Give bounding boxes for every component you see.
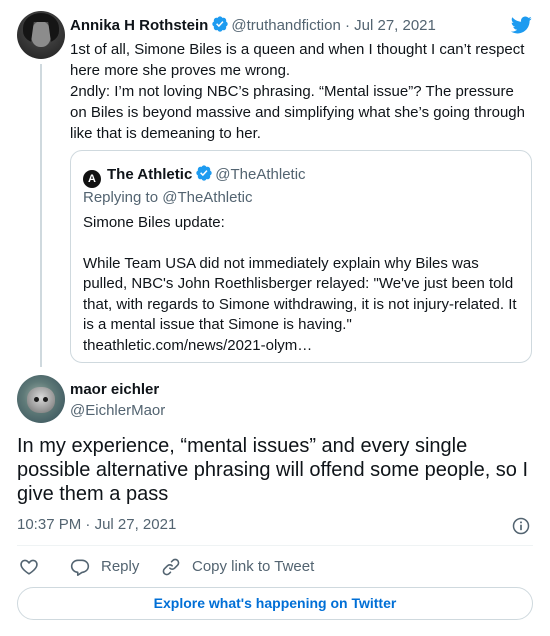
reply-icon [70,559,90,576]
quoted-link[interactable]: theathletic.com/news/2021-olym… [83,336,523,357]
parent-tweet-header: Annika H Rothstein @truthandfiction · Jul… [70,15,436,36]
author-handle[interactable]: @truthandfiction [231,17,340,34]
copy-link-label: Copy link to Tweet [192,558,315,575]
quoted-text-line: Simone Biles update: [83,214,225,231]
quoted-text-line: While Team USA did not immediately expla… [83,254,517,334]
tweet-header: maor eichler @EichlerMaor [70,379,165,421]
quoted-tweet-text: Simone Biles update: While Team USA did … [83,213,523,356]
parent-tweet-text: 1st of all, Simone Biles is a queen and … [70,39,532,144]
link-icon [162,558,180,576]
tweet-text: In my experience, “mental issues” and ev… [17,435,529,505]
quoted-tweet[interactable]: A The Athletic @TheAthletic Replying to @T… [70,150,532,363]
avatar-eye [43,397,48,402]
author-name[interactable]: Annika H Rothstein [70,17,208,34]
twitter-bird-icon[interactable] [509,14,533,36]
reply-button[interactable]: Reply [70,556,139,578]
separator-dot: · [85,516,91,533]
tweet-date: Jul 27, 2021 [94,516,177,533]
divider [17,545,533,546]
author-name[interactable]: maor eichler [70,381,159,398]
copy-link-button[interactable]: Copy link to Tweet [161,556,314,578]
tweet-time: 10:37 PM [17,516,82,533]
thread-connector-line [40,64,42,367]
info-icon[interactable] [511,516,531,536]
replying-to-label[interactable]: Replying to @TheAthletic [83,188,252,208]
explore-twitter-button[interactable]: Explore what's happening on Twitter [17,587,533,620]
separator-dot: · [344,17,350,34]
tweet-text-line: 1st of all, Simone Biles is a queen and … [70,41,525,79]
reply-label: Reply [101,558,140,575]
tweet-text-line: 2ndly: I’m not loving NBC’s phrasing. “M… [70,83,525,142]
avatar-eye [34,397,39,402]
avatar-face [31,21,51,47]
quoted-author-name[interactable]: The Athletic [107,166,192,183]
verified-badge-icon [196,165,212,181]
tweet-timestamp[interactable]: 10:37 PM · Jul 27, 2021 [17,515,176,535]
tweet-date[interactable]: Jul 27, 2021 [354,17,436,34]
avatar[interactable] [17,375,65,423]
avatar[interactable] [17,11,65,59]
quoted-tweet-header: A The Athletic @TheAthletic [83,164,306,188]
verified-badge-icon [212,16,229,32]
like-button[interactable] [19,556,39,578]
heart-icon [20,559,38,575]
quoted-author-handle[interactable]: @TheAthletic [215,166,305,183]
athletic-logo-icon: A [83,170,101,188]
tweet-embed-card: Annika H Rothstein @truthandfiction · Jul… [0,0,550,636]
author-handle[interactable]: @EichlerMaor [70,400,165,421]
avatar-dog [27,387,55,413]
